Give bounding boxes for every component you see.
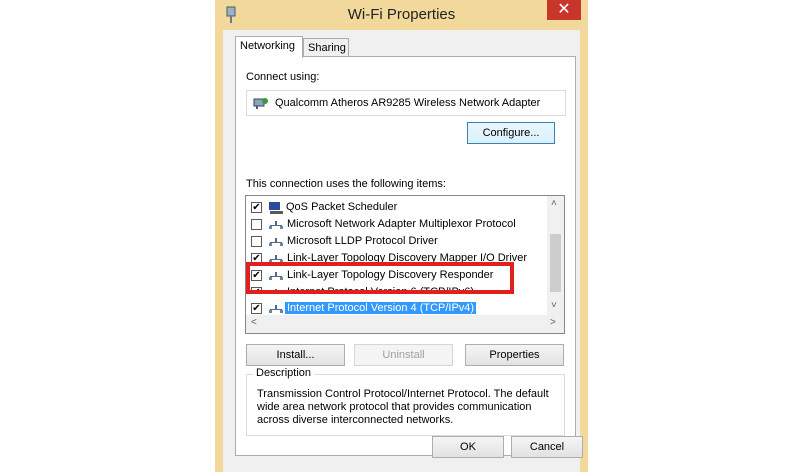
horizontal-scrollbar[interactable]: ˂ ˃ bbox=[246, 315, 564, 333]
close-button[interactable]: ✕ bbox=[547, 0, 581, 20]
highlight-annotation bbox=[246, 262, 514, 294]
scroll-right-icon[interactable]: ˃ bbox=[550, 317, 556, 328]
close-icon: ✕ bbox=[557, 1, 571, 18]
title-bar[interactable]: Wi-Fi Properties ✕ bbox=[215, 0, 588, 30]
connect-using-label: Connect using: bbox=[246, 71, 320, 83]
list-item[interactable]: Microsoft LLDP Protocol Driver bbox=[246, 233, 546, 250]
protocol-icon bbox=[269, 221, 283, 229]
description-title: Description bbox=[253, 367, 315, 379]
install-button[interactable]: Install... bbox=[246, 344, 345, 366]
configure-button[interactable]: Configure... bbox=[467, 122, 555, 144]
window-title: Wi-Fi Properties bbox=[347, 6, 456, 23]
scroll-down-icon[interactable]: ˅ bbox=[551, 300, 557, 311]
description-text: Transmission Control Protocol/Internet P… bbox=[257, 388, 549, 426]
item-label: Microsoft Network Adapter Multiplexor Pr… bbox=[287, 218, 516, 230]
cancel-button[interactable]: Cancel bbox=[511, 436, 583, 458]
properties-button[interactable]: Properties bbox=[465, 344, 564, 366]
scroll-left-icon[interactable]: ˂ bbox=[251, 317, 257, 328]
protocol-icon bbox=[269, 305, 283, 313]
scheduler-icon bbox=[269, 202, 283, 214]
check-icon: ✔ bbox=[252, 202, 261, 213]
item-checkbox[interactable] bbox=[251, 219, 262, 230]
adapter-icon bbox=[253, 98, 268, 109]
uninstall-button[interactable]: Uninstall bbox=[354, 344, 453, 366]
scrollbar-thumb[interactable] bbox=[550, 234, 561, 292]
wifi-properties-window: Wi-Fi Properties ✕ Networking Sharing Co… bbox=[215, 0, 588, 472]
list-item[interactable]: ✔ QoS Packet Scheduler bbox=[246, 199, 546, 216]
scroll-up-icon[interactable]: ˄ bbox=[551, 198, 557, 209]
item-label: QoS Packet Scheduler bbox=[286, 201, 398, 213]
tab-networking[interactable]: Networking bbox=[235, 36, 303, 58]
adapter-field: Qualcomm Atheros AR9285 Wireless Network… bbox=[246, 90, 566, 116]
item-label: Microsoft LLDP Protocol Driver bbox=[287, 235, 438, 247]
item-checkbox[interactable]: ✔ bbox=[251, 202, 262, 213]
dialog-client-area: Networking Sharing Connect using: Qualco… bbox=[223, 30, 583, 472]
item-checkbox[interactable] bbox=[251, 236, 262, 247]
list-item[interactable]: Microsoft Network Adapter Multiplexor Pr… bbox=[246, 216, 546, 233]
adapter-name: Qualcomm Atheros AR9285 Wireless Network… bbox=[275, 97, 541, 109]
ok-button[interactable]: OK bbox=[432, 436, 504, 458]
check-icon: ✔ bbox=[252, 303, 261, 314]
description-group: Description Transmission Control Protoco… bbox=[246, 367, 565, 436]
items-label: This connection uses the following items… bbox=[246, 178, 446, 190]
vertical-scrollbar[interactable]: ˄ ˅ bbox=[547, 196, 564, 315]
item-checkbox[interactable]: ✔ bbox=[251, 303, 262, 314]
tab-sharing[interactable]: Sharing bbox=[303, 38, 349, 58]
networking-panel: Connect using: Qualcomm Atheros AR9285 W… bbox=[235, 56, 576, 456]
item-label-selected: Internet Protocol Version 4 (TCP/IPv4) bbox=[285, 302, 477, 314]
protocol-icon bbox=[269, 238, 283, 246]
